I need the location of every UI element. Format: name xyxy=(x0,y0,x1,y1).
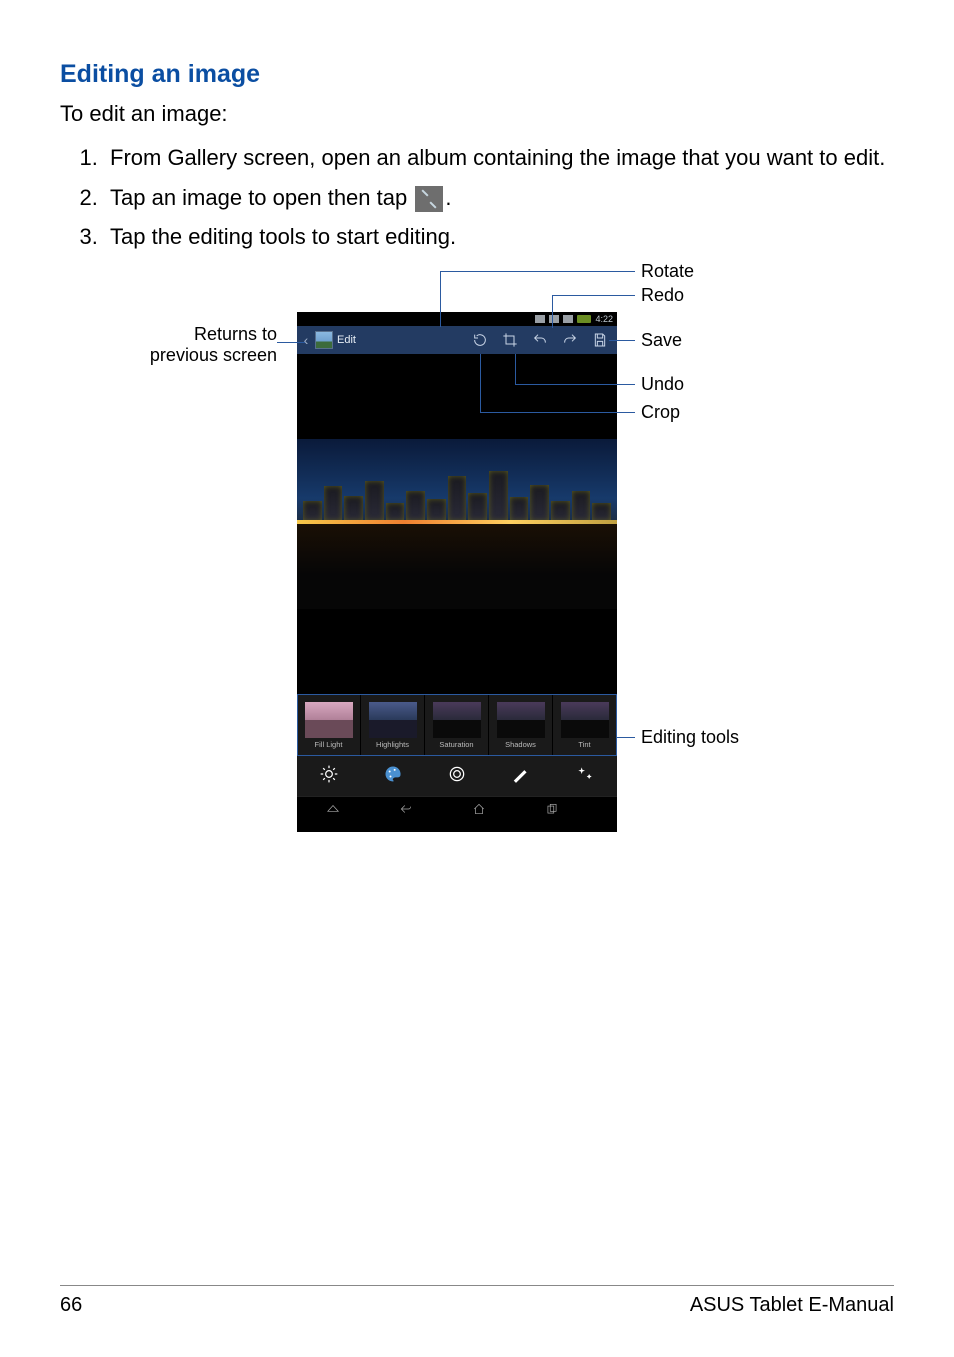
battery-icon xyxy=(577,315,591,323)
tablet-screenshot: 4:22 ‹ Edit xyxy=(297,312,617,832)
callout-returns: Returns to previous screen xyxy=(147,324,277,366)
edit-title: Edit xyxy=(337,334,356,346)
section-heading: Editing an image xyxy=(60,60,894,89)
intro-text: To edit an image: xyxy=(60,101,894,127)
document-title: ASUS Tablet E-Manual xyxy=(690,1294,894,1317)
nav-recent[interactable] xyxy=(515,802,588,819)
status-time: 4:22 xyxy=(595,314,613,324)
tool-label: Saturation xyxy=(439,740,473,749)
tool-tint[interactable]: Tint xyxy=(553,694,617,756)
callout-save: Save xyxy=(641,330,682,351)
instruction-list: From Gallery screen, open an album conta… xyxy=(60,143,894,252)
tool-shadows[interactable]: Shadows xyxy=(489,694,553,756)
nav-notifications[interactable] xyxy=(297,802,370,819)
color-category[interactable] xyxy=(425,764,489,789)
crop-button[interactable] xyxy=(497,326,523,354)
rotate-button[interactable] xyxy=(467,326,493,354)
signal-icon xyxy=(549,315,559,323)
callout-crop: Crop xyxy=(641,402,680,423)
tool-highlights[interactable]: Highlights xyxy=(361,694,425,756)
step-2-text-a: Tap an image to open then tap xyxy=(110,185,413,210)
step-3: Tap the editing tools to start editing. xyxy=(104,222,894,252)
tool-saturation[interactable]: Saturation xyxy=(425,694,489,756)
exposure-category[interactable] xyxy=(297,764,361,789)
callout-undo: Undo xyxy=(641,374,684,395)
callout-rotate: Rotate xyxy=(641,261,694,282)
signal-icon-2 xyxy=(563,315,573,323)
image-canvas[interactable] xyxy=(297,354,617,694)
editing-tools-row: Fill Light Highlights Saturation Shadows… xyxy=(297,694,617,756)
system-nav-bar xyxy=(297,796,617,824)
fix-category[interactable] xyxy=(489,764,553,789)
tool-label: Shadows xyxy=(505,740,536,749)
edit-toolbar: ‹ Edit xyxy=(297,326,617,354)
nav-home[interactable] xyxy=(442,802,515,819)
edit-magic-icon xyxy=(415,186,443,212)
page-footer: 66 ASUS Tablet E-Manual xyxy=(60,1285,894,1317)
step-2-text-b: . xyxy=(445,185,451,210)
tool-fill-light[interactable]: Fill Light xyxy=(297,694,361,756)
step-2: Tap an image to open then tap . xyxy=(104,183,894,213)
undo-button[interactable] xyxy=(527,326,553,354)
city-skyline-image xyxy=(297,439,617,609)
status-bar: 4:22 xyxy=(297,312,617,326)
gallery-thumb-icon[interactable] xyxy=(315,331,333,349)
back-chevron-icon[interactable]: ‹ xyxy=(301,332,311,348)
tool-label: Highlights xyxy=(376,740,409,749)
category-icons-row xyxy=(297,756,617,796)
step-1: From Gallery screen, open an album conta… xyxy=(104,143,894,173)
wifi-icon xyxy=(535,315,545,323)
callout-redo: Redo xyxy=(641,285,684,306)
artistic-category[interactable] xyxy=(361,764,425,789)
rotate-icon xyxy=(472,332,488,348)
effects-category[interactable] xyxy=(553,764,617,789)
undo-icon xyxy=(532,332,548,348)
redo-button[interactable] xyxy=(557,326,583,354)
save-icon xyxy=(592,332,608,348)
page-number: 66 xyxy=(60,1294,82,1317)
crop-icon xyxy=(502,332,518,348)
annotated-screenshot: 4:22 ‹ Edit xyxy=(157,262,797,842)
nav-back[interactable] xyxy=(370,802,443,819)
callout-editing-tools: Editing tools xyxy=(641,727,739,748)
tool-label: Tint xyxy=(578,740,590,749)
redo-icon xyxy=(562,332,578,348)
tool-label: Fill Light xyxy=(315,740,343,749)
